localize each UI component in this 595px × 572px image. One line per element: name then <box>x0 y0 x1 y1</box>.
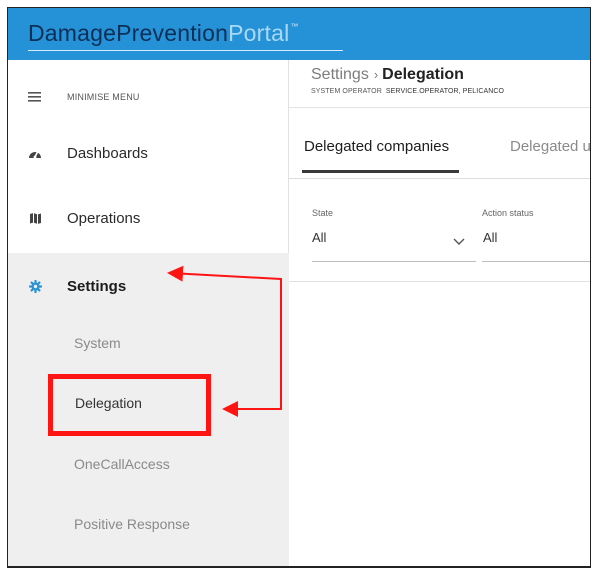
tab-delegated-companies[interactable]: Delegated companies <box>302 138 460 173</box>
breadcrumb-separator: › <box>373 67 379 82</box>
tab-delegated-users[interactable]: Delegated u <box>510 138 590 155</box>
minimise-menu-label: MINIMISE MENU <box>67 92 140 102</box>
breadcrumb-settings[interactable]: Settings <box>311 66 369 83</box>
sidebar-label-settings: Settings <box>67 277 127 295</box>
top-header: DamagePreventionPortal™ <box>8 8 590 60</box>
app-window: DamagePreventionPortal™ MINIMISE MENU Da… <box>7 7 591 568</box>
gear-icon <box>28 279 42 293</box>
hamburger-icon <box>28 90 42 104</box>
sidebar-item-settings[interactable]: Settings <box>8 269 289 303</box>
role-label: SYSTEM OPERATOR <box>311 88 382 95</box>
sidebar-item-dashboards[interactable]: Dashboards <box>8 136 289 170</box>
tabs-divider <box>289 178 590 179</box>
sidebar-item-operations[interactable]: Operations <box>8 201 289 235</box>
logo-text-portal: Portal <box>228 20 290 46</box>
system-operator-line: SYSTEM OPERATOR SERVICE.OPERATOR, PELICAN… <box>311 88 504 95</box>
role-value: SERVICE.OPERATOR, PELICANCO <box>385 88 505 95</box>
state-filter-label: State <box>312 208 334 218</box>
logo-trademark: ™ <box>290 22 299 31</box>
logo-text-damage: Damage <box>28 20 117 46</box>
logo-text-prevention: Prevention <box>116 20 229 46</box>
tab-bar: Delegated companies Delegated u <box>289 108 590 178</box>
logo-underline <box>28 50 343 51</box>
delegation-highlight-box <box>48 374 211 436</box>
sidebar-subitem-onecallaccess[interactable]: OneCallAccess <box>74 456 170 472</box>
sidebar: MINIMISE MENU Dashboards Operations Sett… <box>8 60 289 566</box>
action-status-filter-value[interactable]: All <box>483 230 497 245</box>
state-filter-value[interactable]: All <box>312 230 326 245</box>
sidebar-label-dashboards: Dashboards <box>67 144 148 162</box>
main-content: Settings › Delegation SYSTEM OPERATOR SERVI… <box>289 60 590 566</box>
sidebar-subitem-system[interactable]: System <box>74 335 121 351</box>
state-filter-underline <box>312 261 476 262</box>
minimise-menu-button[interactable]: MINIMISE MENU <box>8 80 289 114</box>
sidebar-label-operations: Operations <box>67 209 141 227</box>
breadcrumb-delegation: Delegation <box>382 66 464 83</box>
map-icon <box>28 211 42 225</box>
breadcrumb: Settings › Delegation <box>311 66 464 84</box>
sidebar-subitem-positive-response[interactable]: Positive Response <box>74 516 190 532</box>
action-status-filter-underline <box>482 261 590 262</box>
brand-logo[interactable]: DamagePreventionPortal™ <box>28 20 298 47</box>
gauge-icon <box>28 146 42 160</box>
chevron-down-icon[interactable] <box>452 236 466 246</box>
action-status-filter-label: Action status <box>482 208 534 218</box>
filters-divider <box>289 281 590 282</box>
